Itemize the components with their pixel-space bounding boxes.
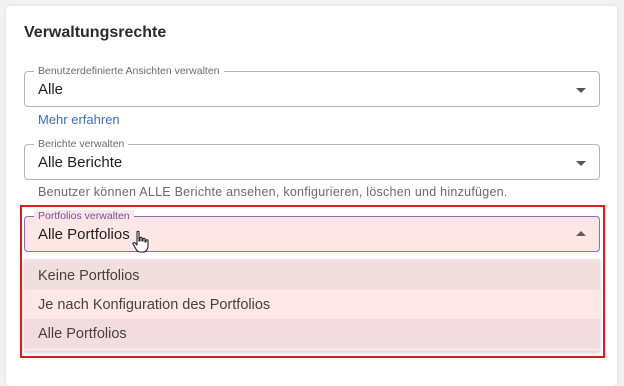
portfolios-label: Portfolios verwalten	[34, 210, 134, 222]
reports-value: Alle Berichte	[38, 154, 123, 171]
chevron-down-icon	[576, 161, 586, 166]
section-title: Verwaltungsrechte	[24, 24, 167, 41]
option-je-nach-konfiguration[interactable]: Je nach Konfiguration des Portfolios	[24, 290, 600, 319]
option-label: Je nach Konfiguration des Portfolios	[38, 297, 271, 313]
option-keine-portfolios[interactable]: Keine Portfolios	[24, 261, 600, 290]
hand-cursor-icon	[132, 230, 149, 253]
chevron-down-icon	[576, 88, 586, 93]
custom-views-select[interactable]: Benutzerdefinierte Ansichten verwalten A…	[24, 65, 600, 107]
chevron-up-icon	[576, 231, 586, 236]
reports-helper-text: Benutzer können ALLE Berichte ansehen, k…	[38, 185, 508, 199]
option-label: Alle Portfolios	[38, 326, 127, 342]
reports-label: Berichte verwalten	[34, 138, 129, 150]
learn-more-link[interactable]: Mehr erfahren	[38, 112, 120, 127]
custom-views-value: Alle	[38, 81, 64, 98]
option-label: Keine Portfolios	[38, 268, 140, 284]
reports-select[interactable]: Berichte verwalten Alle Berichte	[24, 138, 600, 180]
option-alle-portfolios[interactable]: Alle Portfolios	[24, 319, 600, 348]
custom-views-label: Benutzerdefinierte Ansichten verwalten	[34, 65, 224, 77]
portfolios-dropdown-menu: Keine Portfolios Je nach Konfiguration d…	[24, 259, 600, 351]
portfolios-select[interactable]: Portfolios verwalten Alle Portfolios	[24, 210, 600, 252]
portfolios-value: Alle Portfolios	[38, 226, 130, 243]
